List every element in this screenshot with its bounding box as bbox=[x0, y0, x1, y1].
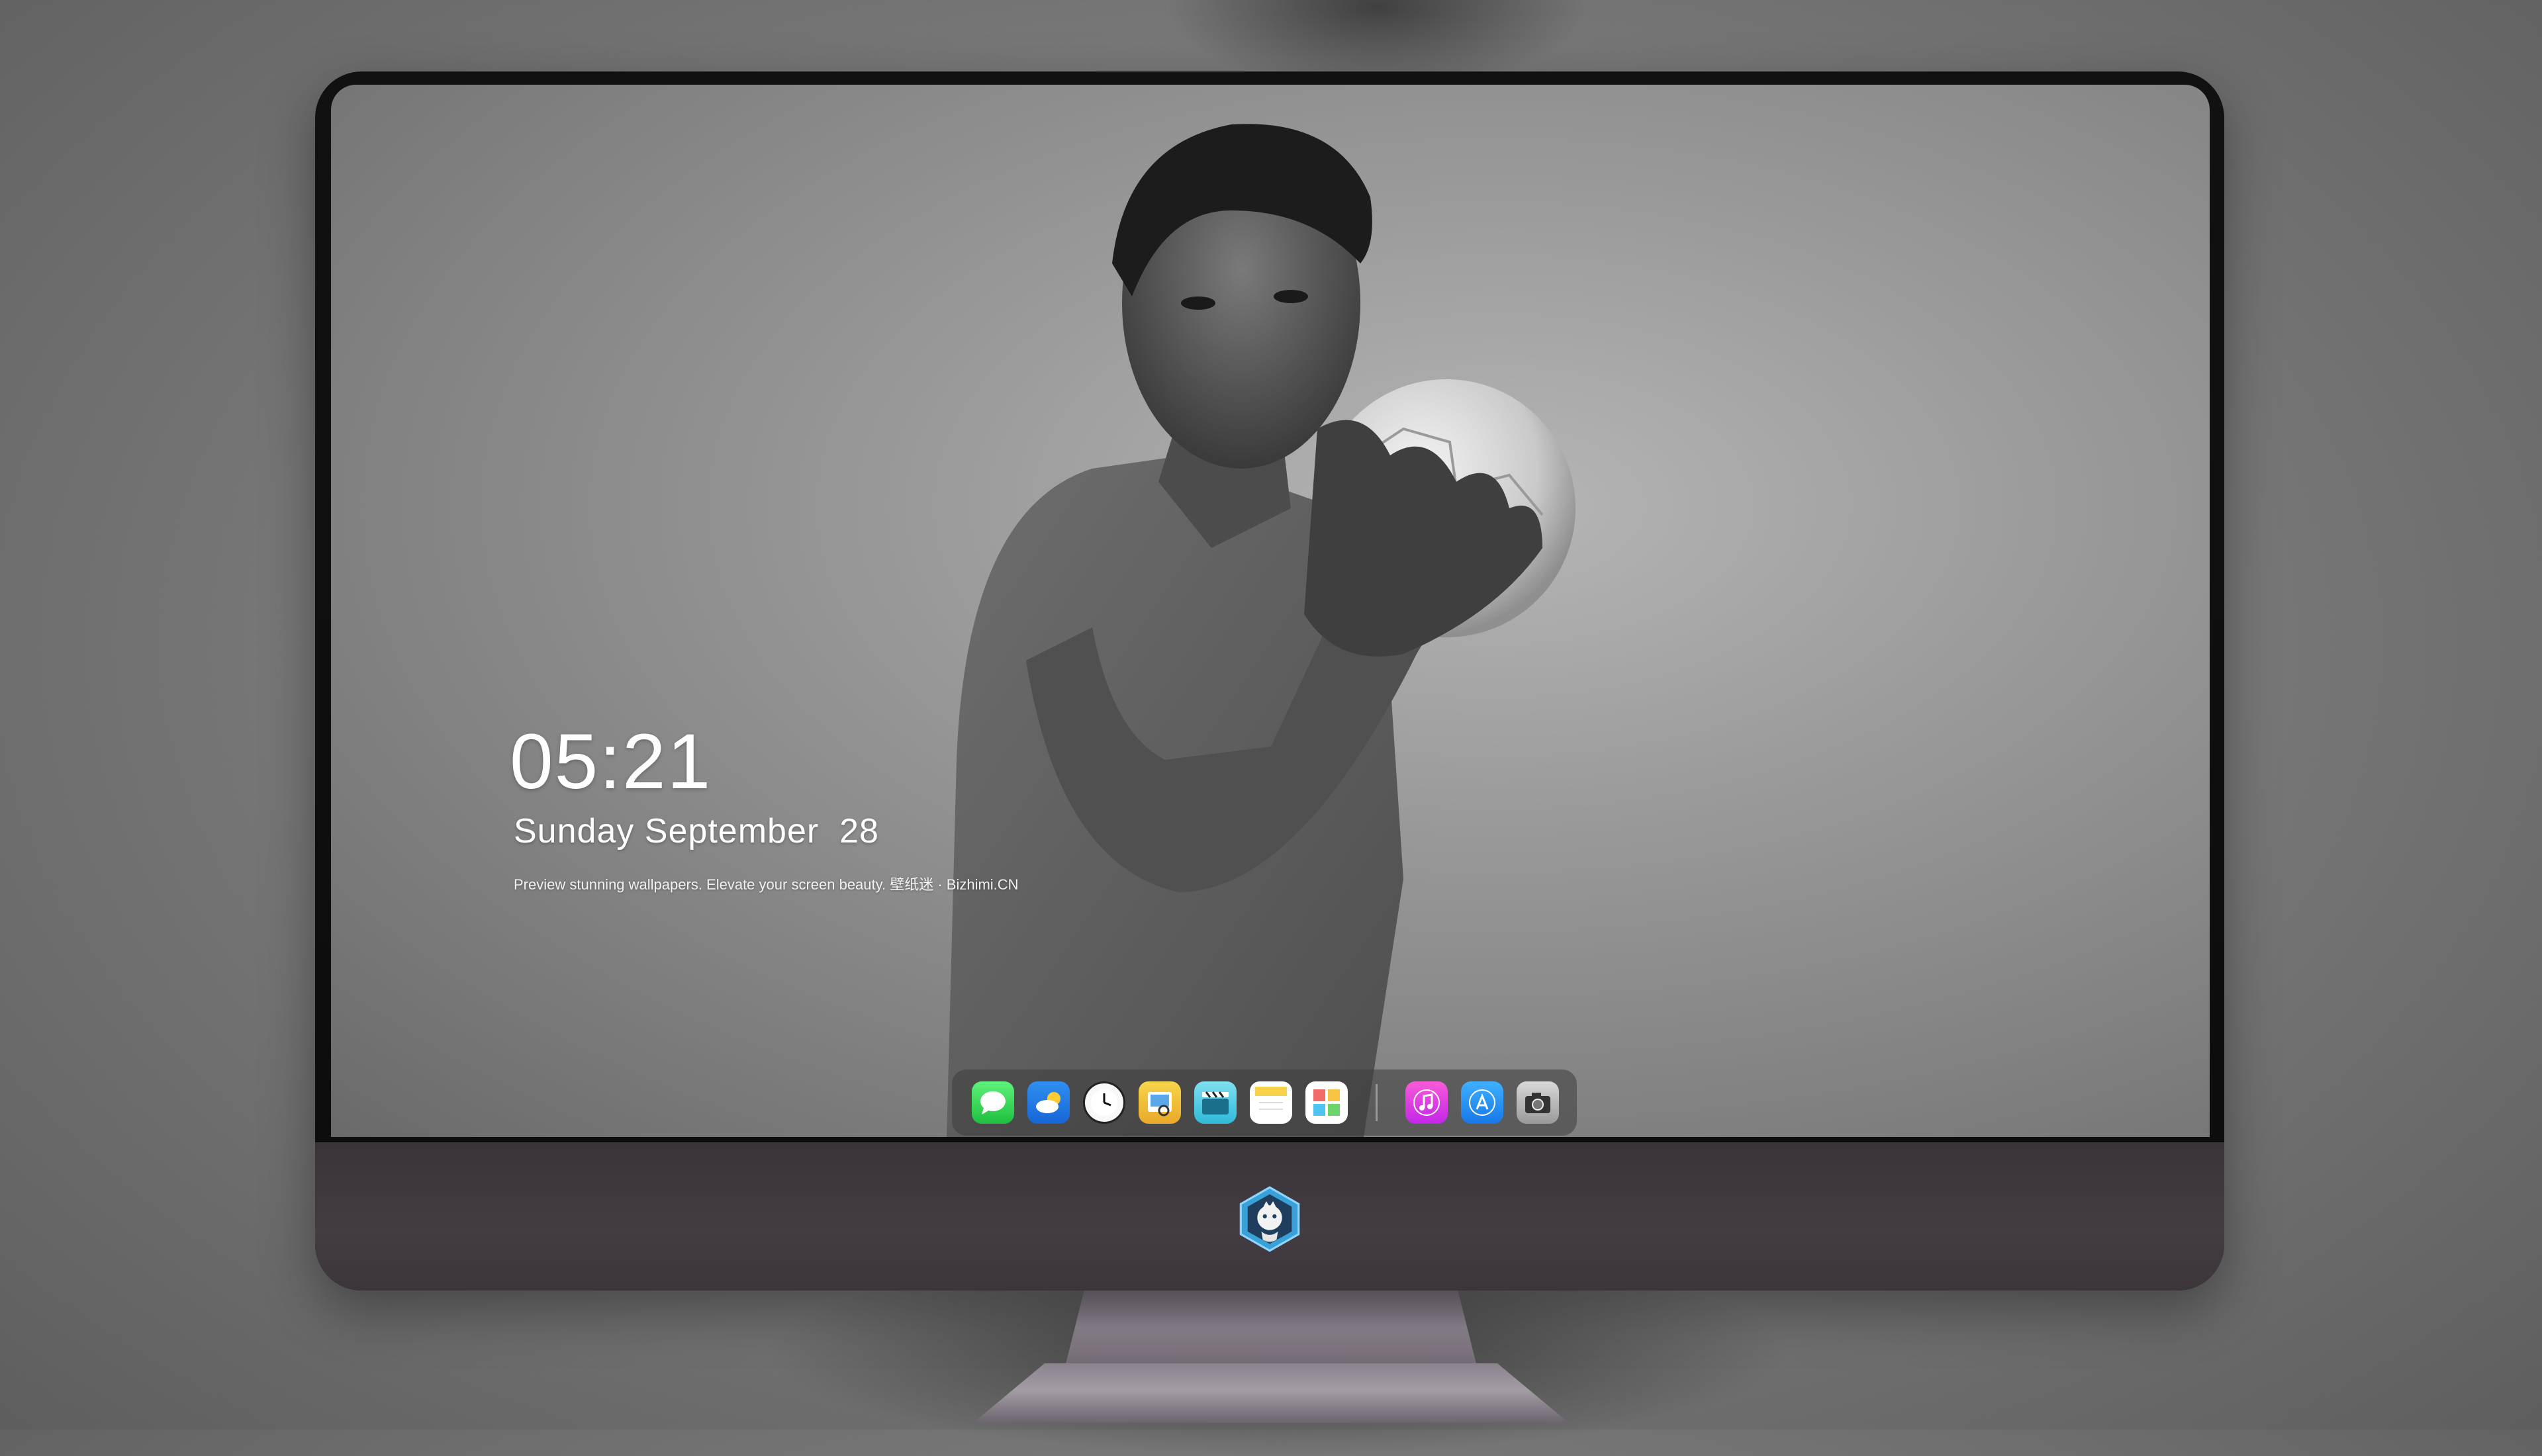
lock-screen-clock: 05:21 bbox=[510, 718, 712, 805]
lock-screen-date: Sunday September 28 bbox=[514, 812, 879, 850]
monitor-stand-base bbox=[973, 1363, 1569, 1423]
clapperboard-icon[interactable] bbox=[1194, 1081, 1237, 1124]
dock bbox=[952, 1069, 1577, 1136]
monitor-logo-icon bbox=[1239, 1186, 1300, 1252]
preview-icon[interactable] bbox=[1139, 1081, 1181, 1124]
dock-separator bbox=[1376, 1084, 1378, 1121]
monitor-stand-neck bbox=[1062, 1277, 1480, 1377]
weather-icon[interactable] bbox=[1027, 1081, 1070, 1124]
wallpaper-image bbox=[947, 124, 1576, 1137]
camera-icon[interactable] bbox=[1517, 1081, 1559, 1124]
clock-icon[interactable] bbox=[1083, 1081, 1125, 1124]
lock-screen-tagline: Preview stunning wallpapers. Elevate you… bbox=[514, 876, 1019, 893]
music-icon[interactable] bbox=[1405, 1081, 1448, 1124]
notes-icon[interactable] bbox=[1250, 1081, 1292, 1124]
messages-icon[interactable] bbox=[972, 1081, 1014, 1124]
photo-viewer-icon[interactable] bbox=[1305, 1081, 1348, 1124]
desktop-screen: 05:21 Sunday September 28 Preview stunni… bbox=[331, 85, 2210, 1137]
app-store-icon[interactable] bbox=[1461, 1081, 1503, 1124]
